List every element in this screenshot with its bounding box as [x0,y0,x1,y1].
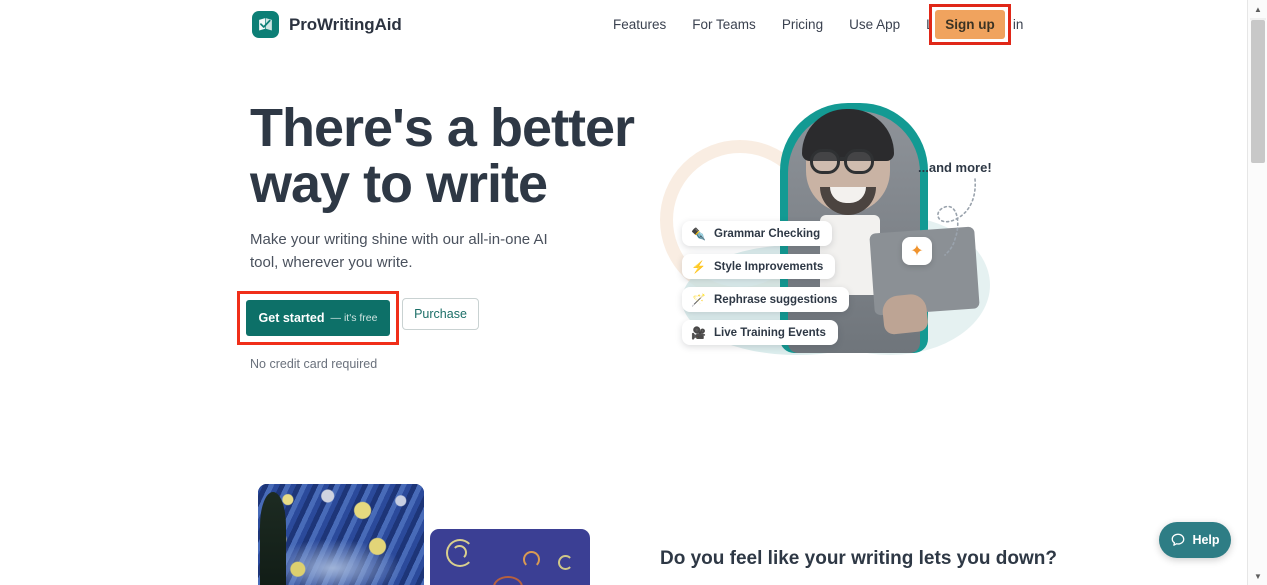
nav-link-features[interactable]: Features [600,16,679,34]
hero-title-line-1: There's a better [250,98,635,158]
top-navigation-bar: ProWritingAid Features For Teams Pricing… [0,0,1247,50]
starry-night-painting [258,484,424,585]
get-started-highlight-box: Get started — it's free [237,291,399,345]
help-widget-button[interactable]: Help [1159,522,1231,558]
hero-illustration: ✦ ...and more! ✒️ Grammar Checking ⚡ Sty… [640,95,1020,360]
get-started-button[interactable]: Get started — it's free [246,300,390,336]
signup-button[interactable]: Sign up [935,10,1005,39]
page-root: ProWritingAid Features For Teams Pricing… [0,0,1267,585]
spiral-shape [523,551,540,568]
nav-link-use-app[interactable]: Use App [836,16,913,34]
book-check-icon [252,11,279,38]
get-started-label: Get started [258,311,325,325]
feature-chip-live-training-events[interactable]: 🎥 Live Training Events [682,320,838,345]
scroll-down-arrow-icon[interactable]: ▼ [1248,567,1267,585]
feature-chip-label: Live Training Events [714,326,826,339]
help-widget-label: Help [1192,533,1220,547]
curly-dotted-arrow-icon [937,178,976,256]
purchase-button[interactable]: Purchase [402,298,479,330]
feature-chip-list: ✒️ Grammar Checking ⚡ Style Improvements… [682,221,850,345]
nav-link-for-teams[interactable]: For Teams [679,16,769,34]
feature-chip-label: Rephrase suggestions [714,293,838,306]
lightning-icon: ⚡ [691,259,706,274]
person-hand [881,292,929,336]
hero-subtitle: Make your writing shine with our all-in-… [250,231,548,271]
feature-chip-grammar-checking[interactable]: ✒️ Grammar Checking [682,221,833,246]
starry-night-cypress-tree [260,492,286,585]
pen-icon: ✒️ [691,226,706,241]
spiral-shape [452,545,467,560]
spiral-shape [493,576,523,585]
hero-title-line-2: way to write [250,154,548,214]
blue-spiral-illustration [430,529,590,585]
and-more-annotation: ...and more! [918,160,992,175]
nav-link-pricing[interactable]: Pricing [769,16,836,34]
vertical-scrollbar[interactable]: ▲ ▼ [1247,0,1267,585]
scroll-up-arrow-icon[interactable]: ▲ [1248,0,1267,18]
feature-chip-style-improvements[interactable]: ⚡ Style Improvements [682,254,836,279]
glasses-lens-left [810,149,840,174]
feature-chip-label: Grammar Checking [714,227,821,240]
brand-logo[interactable]: ProWritingAid [252,11,402,38]
spiral-shape [558,555,573,570]
glasses-bridge [840,157,846,160]
no-credit-card-note: No credit card required [250,357,378,371]
chat-bubble-icon [1172,533,1185,546]
signup-highlight-box: Sign up [929,4,1011,45]
feature-chip-rephrase-suggestions[interactable]: 🪄 Rephrase suggestions [682,287,850,312]
brand-name: ProWritingAid [289,14,402,34]
scrollbar-thumb[interactable] [1251,20,1265,163]
section-heading: Do you feel like your writing lets you d… [660,548,1057,569]
get-started-sublabel: — it's free [330,312,378,324]
glasses-lens-right [844,149,874,174]
feature-chip-label: Style Improvements [714,260,824,273]
magic-wand-icon: 🪄 [691,292,706,307]
video-camera-icon: 🎥 [691,325,706,340]
